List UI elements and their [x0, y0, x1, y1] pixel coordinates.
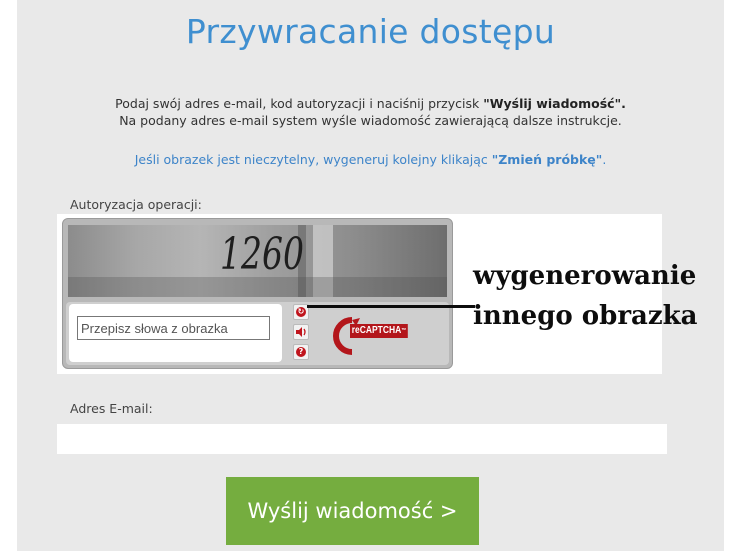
hint-period: . — [602, 152, 607, 167]
annotation-line1: wygenerowanie — [473, 261, 697, 291]
annotation-pointer — [307, 305, 475, 308]
email-field[interactable] — [57, 424, 667, 454]
captcha-response-input[interactable] — [77, 316, 270, 340]
instructions: Podaj swój adres e-mail, kod autoryzacji… — [17, 95, 724, 129]
captcha-hint: Jeśli obrazek jest nieczytelny, wygeneru… — [17, 152, 724, 167]
help-icon: ? — [296, 347, 306, 357]
captcha-image-bottom-shade — [68, 277, 447, 297]
captcha-image-text: 1260 — [220, 229, 304, 280]
annotation-label: wygenerowanie innego obrazka — [473, 256, 733, 336]
help-captcha-button[interactable]: ? — [293, 344, 309, 360]
recaptcha-logo-tm: ™ — [401, 328, 407, 334]
audio-icon — [296, 327, 306, 337]
instructions-line2: Na podany adres e-mail system wyśle wiad… — [119, 113, 622, 128]
email-label: Adres E-mail: — [70, 401, 153, 416]
annotation-line2: innego obrazka — [473, 301, 698, 331]
instructions-button-name: "Wyślij wiadomość". — [483, 96, 626, 111]
captcha-label: Autoryzacja operacji: — [70, 197, 202, 212]
audio-captcha-button[interactable] — [293, 324, 309, 340]
send-message-button[interactable]: Wyślij wiadomość > — [226, 477, 479, 545]
refresh-icon: ↻ — [296, 307, 306, 317]
hint-text: Jeśli obrazek jest nieczytelny, wygeneru… — [134, 152, 492, 167]
captcha-image: 1260 — [68, 225, 447, 297]
recaptcha-logo-text: reCAPTCHA™ — [350, 324, 409, 338]
instructions-line1: Podaj swój adres e-mail, kod autoryzacji… — [115, 96, 484, 111]
page-title: Przywracanie dostępu — [185, 12, 556, 51]
hint-change-sample: "Zmień próbkę" — [491, 152, 603, 167]
recaptcha-logo-word: CAPTCHA — [359, 325, 402, 336]
